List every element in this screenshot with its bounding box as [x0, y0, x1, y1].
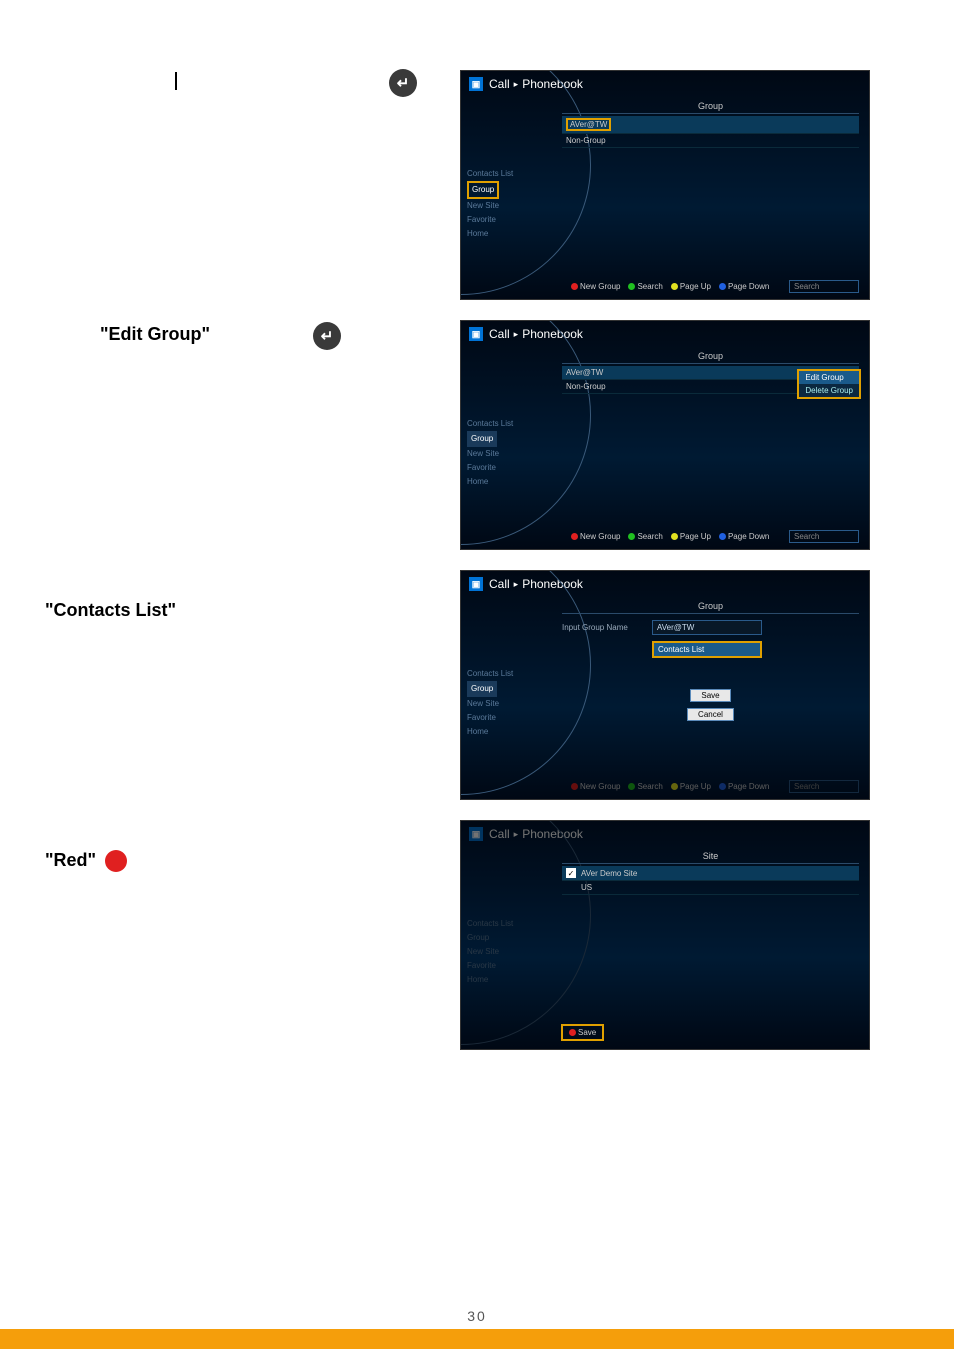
footer-legend: New Group Search Page Up Page Down Searc… — [571, 280, 859, 293]
page-number: 30 — [0, 1308, 954, 1324]
screenshot-1: ▣ Call ▸ Phonebook Contacts List Group N… — [460, 70, 870, 300]
group-row[interactable]: AVer@TW — [562, 116, 859, 134]
panel-title: Site — [562, 851, 859, 864]
side-nav: Contacts List Group New Site Favorite Ho… — [467, 667, 513, 739]
contacts-list-button[interactable]: Contacts List — [652, 641, 762, 658]
footer-legend: New Group Search Page Up Page Down Searc… — [571, 530, 859, 543]
sidebar-item-group[interactable]: Group — [467, 681, 497, 697]
panel-title: Group — [562, 601, 859, 614]
red-button-icon — [105, 850, 127, 872]
side-nav: Contacts List Group New Site Favorite Ho… — [467, 167, 513, 241]
site-row[interactable]: ✓ AVer Demo Site — [562, 866, 859, 881]
group-name-label: Input Group Name — [562, 623, 652, 632]
footer-bar — [0, 1329, 954, 1349]
panel-title: Group — [562, 101, 859, 114]
side-nav: Contacts List Group New Site Favorite Ho… — [467, 417, 513, 489]
menu-item-edit-group[interactable]: Edit Group — [799, 371, 859, 384]
menu-item-delete-group[interactable]: Delete Group — [799, 384, 859, 397]
search-input[interactable]: Search — [789, 280, 859, 293]
sidebar-item-group[interactable]: Group — [467, 431, 497, 447]
site-row[interactable]: US — [562, 881, 859, 895]
group-name-input[interactable]: AVer@TW — [652, 620, 762, 635]
side-nav: Contacts List Group New Site Favorite Ho… — [467, 917, 513, 987]
screenshot-2: ▣ Call ▸ Phonebook Contacts List Group N… — [460, 320, 870, 550]
cancel-button[interactable]: Cancel — [687, 708, 734, 721]
group-row[interactable]: Non-Group — [562, 134, 859, 148]
search-input: Search — [789, 780, 859, 793]
search-input[interactable]: Search — [789, 530, 859, 543]
screenshot-4: ▣ Call ▸ Phonebook Contacts List Group N… — [460, 820, 870, 1050]
checkbox-icon[interactable]: ✓ — [566, 868, 576, 878]
step3-text: "Contacts List" — [40, 570, 460, 621]
step2-text: "Edit Group" ↵ — [40, 320, 460, 324]
context-menu: Edit Group Delete Group — [797, 369, 861, 399]
save-button[interactable]: Save — [561, 1024, 604, 1041]
step1-text: ↵ — [40, 70, 460, 74]
panel-title: Group — [562, 351, 859, 364]
step4-text: "Red" — [40, 820, 460, 872]
enter-icon: ↵ — [313, 322, 341, 350]
save-button[interactable]: Save — [690, 689, 730, 702]
sidebar-item-group[interactable]: Group — [467, 181, 499, 199]
screenshot-3: ▣ Call ▸ Phonebook Contacts List Group N… — [460, 570, 870, 800]
footer-legend: New Group Search Page Up Page Down Searc… — [571, 780, 859, 793]
footer-save: Save — [561, 1024, 604, 1041]
enter-icon: ↵ — [389, 69, 417, 97]
